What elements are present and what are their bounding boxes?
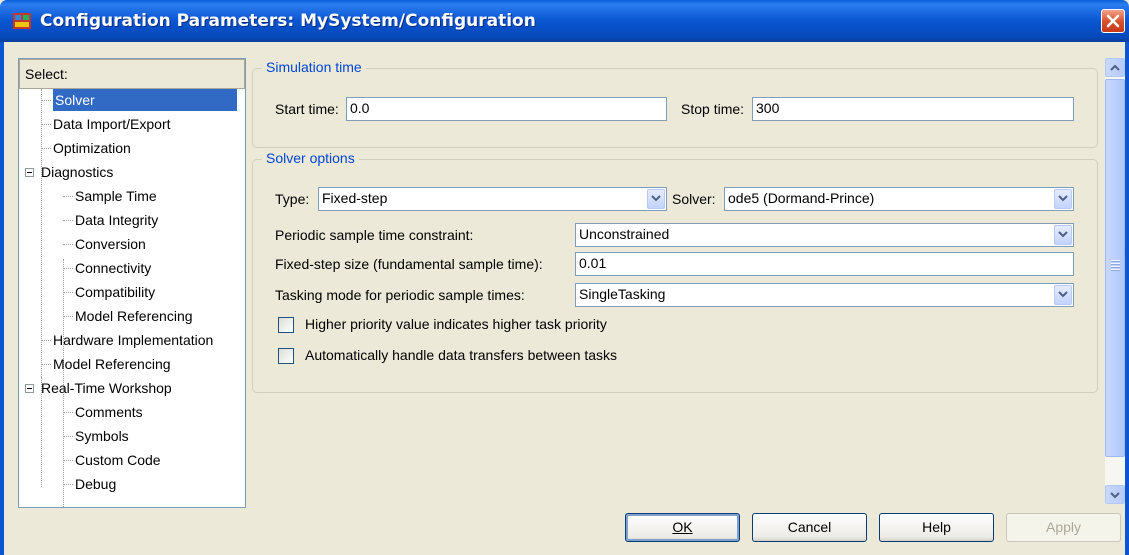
- tasking-mode-label: Tasking mode for periodic sample times:: [275, 287, 525, 303]
- scroll-grip-icon: [1111, 260, 1120, 272]
- periodic-constraint-label: Periodic sample time constraint:: [275, 227, 474, 243]
- tasking-mode-value: SingleTasking: [579, 286, 666, 302]
- tree-header: Select:: [19, 59, 245, 89]
- auto-data-transfer-label: Automatically handle data transfers betw…: [305, 347, 618, 363]
- tree-item-data-integrity[interactable]: Data Integrity: [63, 209, 158, 231]
- solver-select[interactable]: ode5 (Dormand-Prince): [724, 187, 1074, 211]
- tree-collapse-icon[interactable]: [25, 384, 34, 393]
- simulation-time-title: Simulation time: [262, 59, 366, 75]
- combo-arrow-icon[interactable]: [1054, 189, 1072, 209]
- scroll-up-button[interactable]: [1105, 58, 1125, 77]
- tree-item-sample-time[interactable]: Sample Time: [63, 185, 157, 207]
- tree-item-comments[interactable]: Comments: [63, 401, 143, 423]
- type-value: Fixed-step: [322, 190, 388, 206]
- apply-button[interactable]: Apply: [1006, 513, 1121, 542]
- title-bar: Configuration Parameters: MySystem/Confi…: [0, 0, 1129, 42]
- ok-button[interactable]: OK: [625, 513, 740, 542]
- close-icon: [1106, 14, 1120, 28]
- tasking-mode-select[interactable]: SingleTasking: [575, 283, 1074, 307]
- vertical-scrollbar[interactable]: [1105, 58, 1125, 504]
- app-icon: [13, 13, 31, 29]
- tree-item-optimization[interactable]: Optimization: [41, 137, 131, 159]
- type-select[interactable]: Fixed-step: [318, 187, 667, 211]
- tree-item-compatibility[interactable]: Compatibility: [63, 281, 155, 303]
- window-title: Configuration Parameters: MySystem/Confi…: [40, 11, 536, 31]
- tree-item-model-referencing-diag[interactable]: Model Referencing: [63, 305, 193, 327]
- stop-time-label: Stop time:: [681, 101, 745, 117]
- category-tree[interactable]: Select: Solver Data Import/Export Optimi…: [18, 58, 246, 508]
- tree-item-custom-code[interactable]: Custom Code: [63, 449, 161, 471]
- start-time-input[interactable]: 0.0: [346, 97, 667, 121]
- auto-data-transfer-checkbox[interactable]: [278, 348, 294, 364]
- tree-item-connectivity[interactable]: Connectivity: [63, 257, 151, 279]
- fixed-step-size-label: Fixed-step size (fundamental sample time…: [275, 256, 543, 272]
- start-time-label: Start time:: [275, 101, 339, 117]
- scroll-down-icon: [1110, 492, 1120, 499]
- tree-item-symbols[interactable]: Symbols: [63, 425, 129, 447]
- tree-item-solver[interactable]: Solver: [41, 89, 237, 111]
- tree-item-model-referencing[interactable]: Model Referencing: [41, 353, 171, 375]
- tree-item-debug[interactable]: Debug: [63, 473, 116, 495]
- scroll-down-button[interactable]: [1105, 485, 1125, 504]
- combo-arrow-icon[interactable]: [647, 189, 665, 209]
- scroll-up-icon: [1110, 64, 1120, 71]
- tree-item-data-import-export[interactable]: Data Import/Export: [41, 113, 171, 135]
- solver-pane: Simulation time Start time: 0.0 Stop tim…: [250, 58, 1102, 508]
- tree-item-real-time-workshop[interactable]: Real-Time Workshop: [23, 377, 172, 399]
- tree-item-diagnostics[interactable]: Diagnostics: [23, 161, 113, 183]
- solver-value: ode5 (Dormand-Prince): [728, 190, 875, 206]
- close-button[interactable]: [1101, 9, 1125, 33]
- higher-priority-checkbox[interactable]: [278, 317, 294, 333]
- cancel-button[interactable]: Cancel: [752, 513, 867, 542]
- stop-time-input[interactable]: 300: [752, 97, 1074, 121]
- combo-arrow-icon[interactable]: [1054, 285, 1072, 305]
- help-button[interactable]: Help: [879, 513, 994, 542]
- higher-priority-label: Higher priority value indicates higher t…: [305, 316, 607, 332]
- tree-item-hardware-implementation[interactable]: Hardware Implementation: [41, 329, 213, 351]
- periodic-constraint-value: Unconstrained: [579, 226, 670, 242]
- solver-label: Solver:: [672, 191, 716, 207]
- solver-options-title: Solver options: [262, 150, 359, 166]
- tree-item-conversion[interactable]: Conversion: [63, 233, 146, 255]
- type-label: Type:: [275, 191, 310, 207]
- periodic-constraint-select[interactable]: Unconstrained: [575, 223, 1074, 247]
- combo-arrow-icon[interactable]: [1054, 225, 1072, 245]
- scroll-thumb[interactable]: [1105, 79, 1125, 457]
- fixed-step-size-input[interactable]: 0.01: [575, 252, 1074, 276]
- tree-collapse-icon[interactable]: [25, 168, 34, 177]
